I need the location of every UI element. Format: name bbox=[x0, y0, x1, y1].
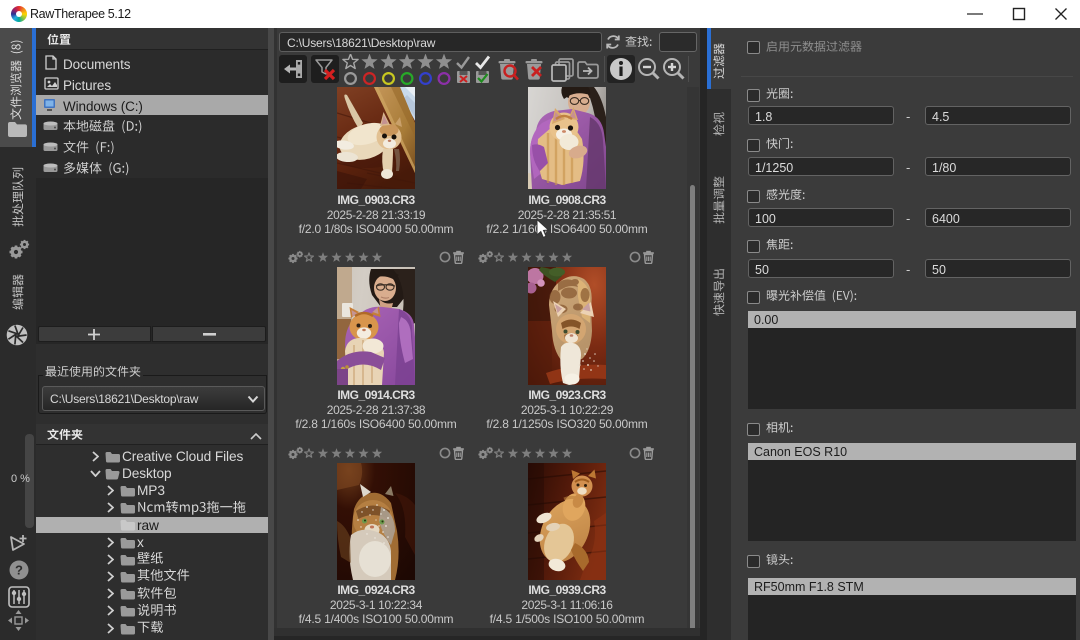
svg-text:?: ? bbox=[15, 563, 23, 578]
